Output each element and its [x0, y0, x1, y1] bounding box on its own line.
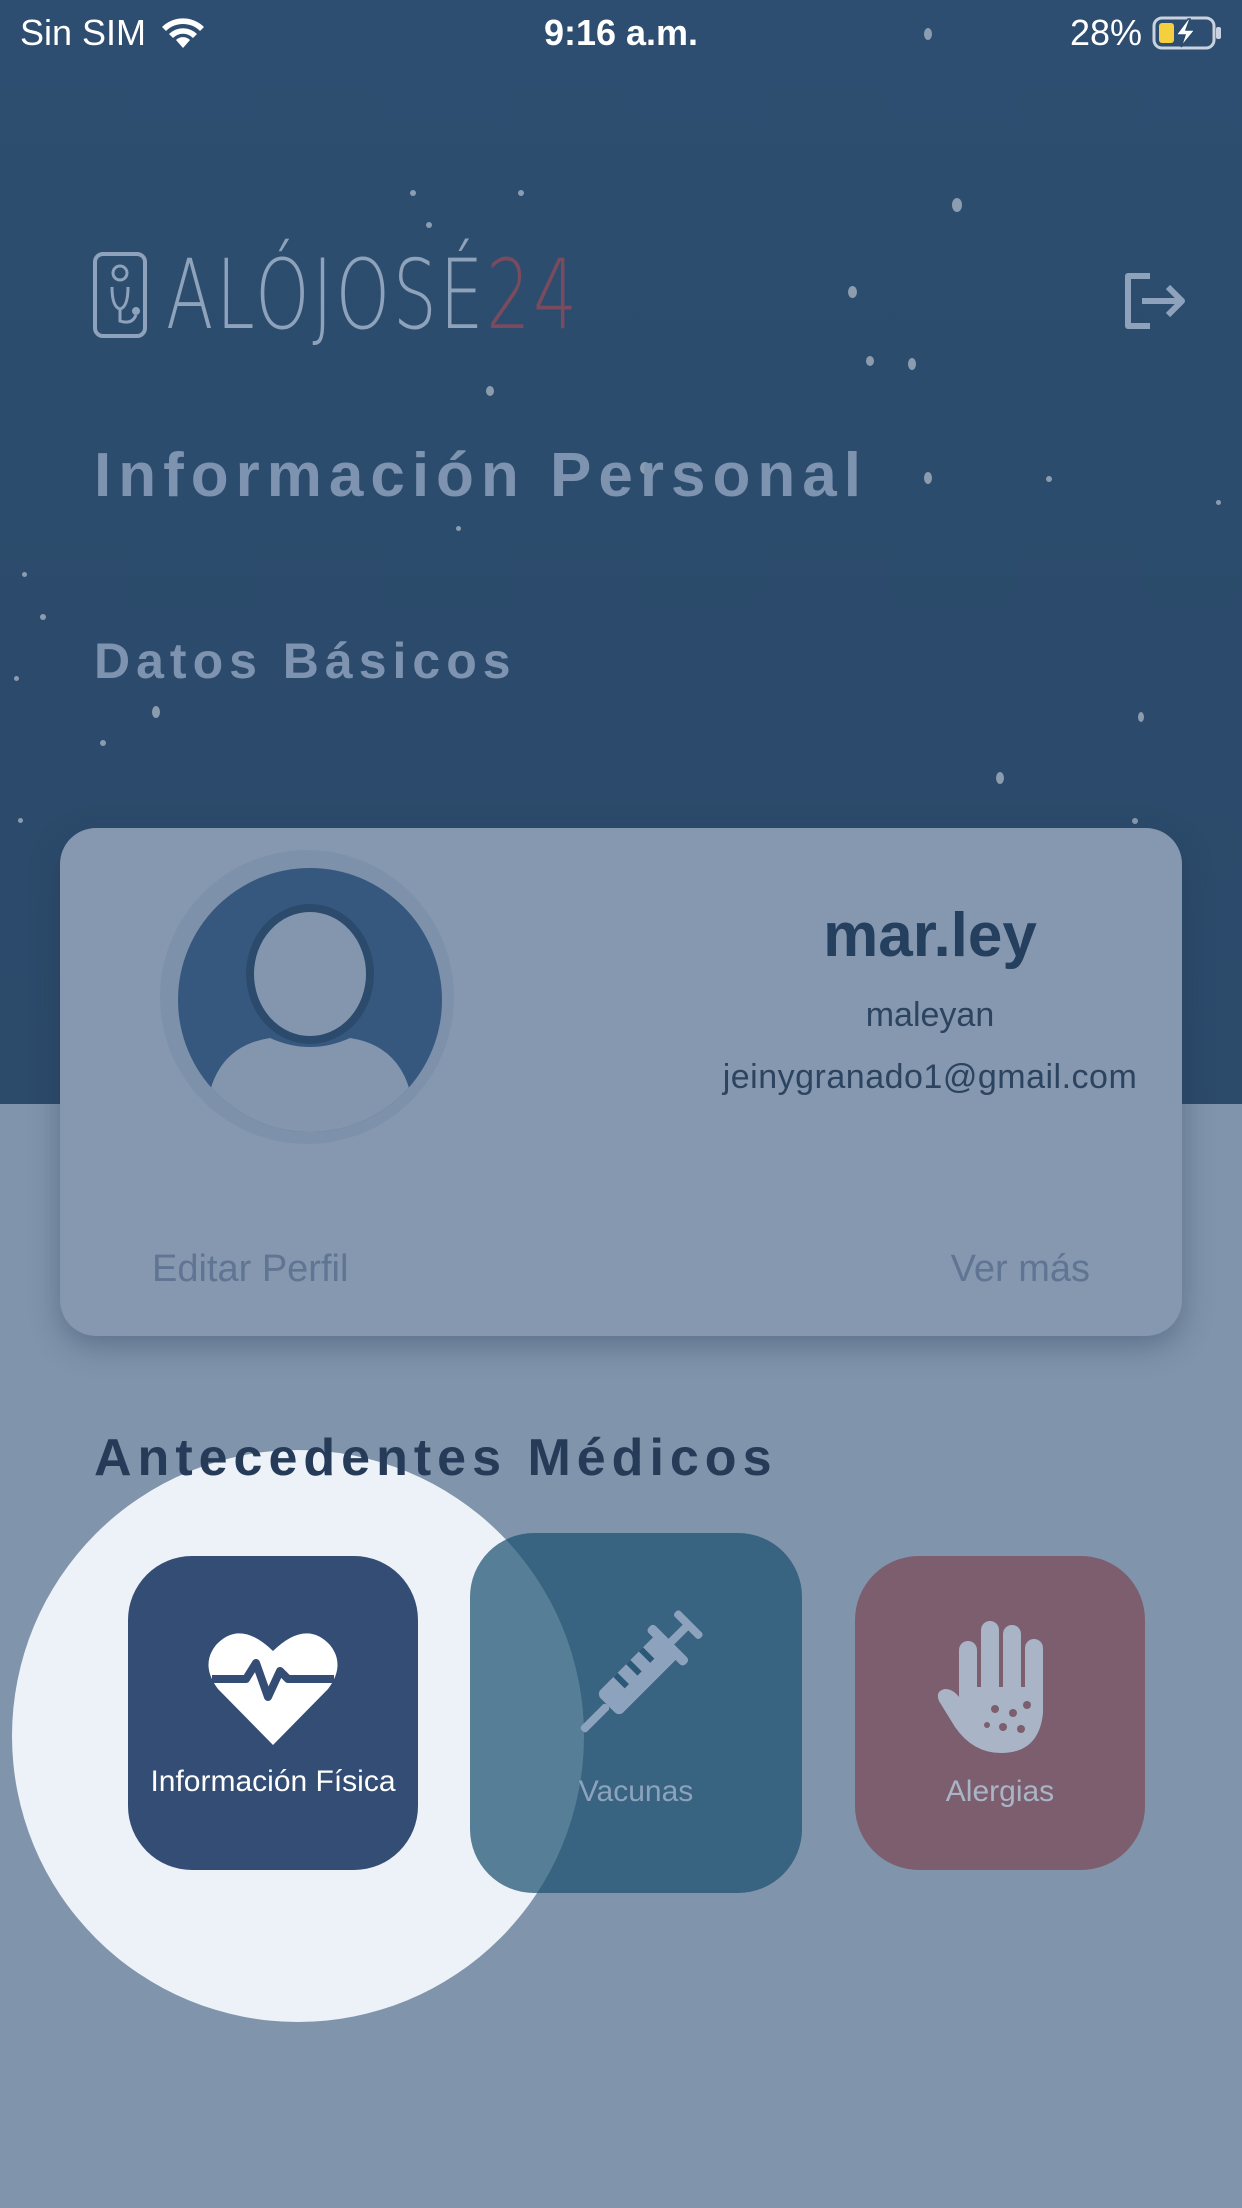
profile-username: maleyan — [865, 996, 995, 1034]
logo-wordmark: ALÓJOSÉ24 — [166, 239, 580, 351]
battery-percent: 28% — [1069, 12, 1142, 53]
physical-info-tile[interactable]: Información Física — [128, 1556, 418, 1870]
logout-icon[interactable] — [1120, 270, 1190, 332]
logo-number: 24 — [486, 239, 580, 351]
edit-profile-button[interactable]: Editar Perfil — [152, 1248, 348, 1291]
physical-info-label: Información Física — [150, 1765, 396, 1798]
basic-data-heading: Datos Básicos — [94, 633, 517, 689]
profile-display-name: mar.ley — [823, 901, 1037, 970]
medical-history-heading: Antecedentes Médicos — [94, 1429, 778, 1487]
allergies-label: Alergias — [945, 1775, 1055, 1808]
heart-pulse-icon — [208, 1633, 338, 1745]
status-time: 9:16 a.m. — [543, 12, 699, 53]
allergies-tile[interactable]: Alergias — [855, 1556, 1145, 1870]
app-logo: ALÓJOSÉ24 — [92, 239, 741, 351]
user-avatar-icon — [208, 904, 412, 1132]
logo-text: ALÓJOSÉ — [166, 239, 487, 351]
stethoscope-phone-icon — [93, 252, 147, 338]
syringe-icon — [580, 1610, 703, 1733]
profile-card: mar.ley maleyan jeinygranado1@gmail.com … — [60, 828, 1182, 1336]
battery-charging-icon — [1152, 16, 1221, 50]
status-bar: Sin SIM 9:16 a.m. 28% — [0, 0, 1242, 62]
page-title: Información Personal — [94, 441, 868, 510]
vaccines-tile[interactable]: Vacunas — [470, 1533, 802, 1893]
battery-group: 28% — [1070, 12, 1222, 54]
profile-email: jeinygranado1@gmail.com — [722, 1058, 1138, 1096]
vaccines-label: Vacunas — [578, 1775, 694, 1808]
avatar[interactable] — [178, 868, 442, 1132]
hand-icon — [937, 1621, 1043, 1753]
see-more-button[interactable]: Ver más — [951, 1248, 1090, 1291]
